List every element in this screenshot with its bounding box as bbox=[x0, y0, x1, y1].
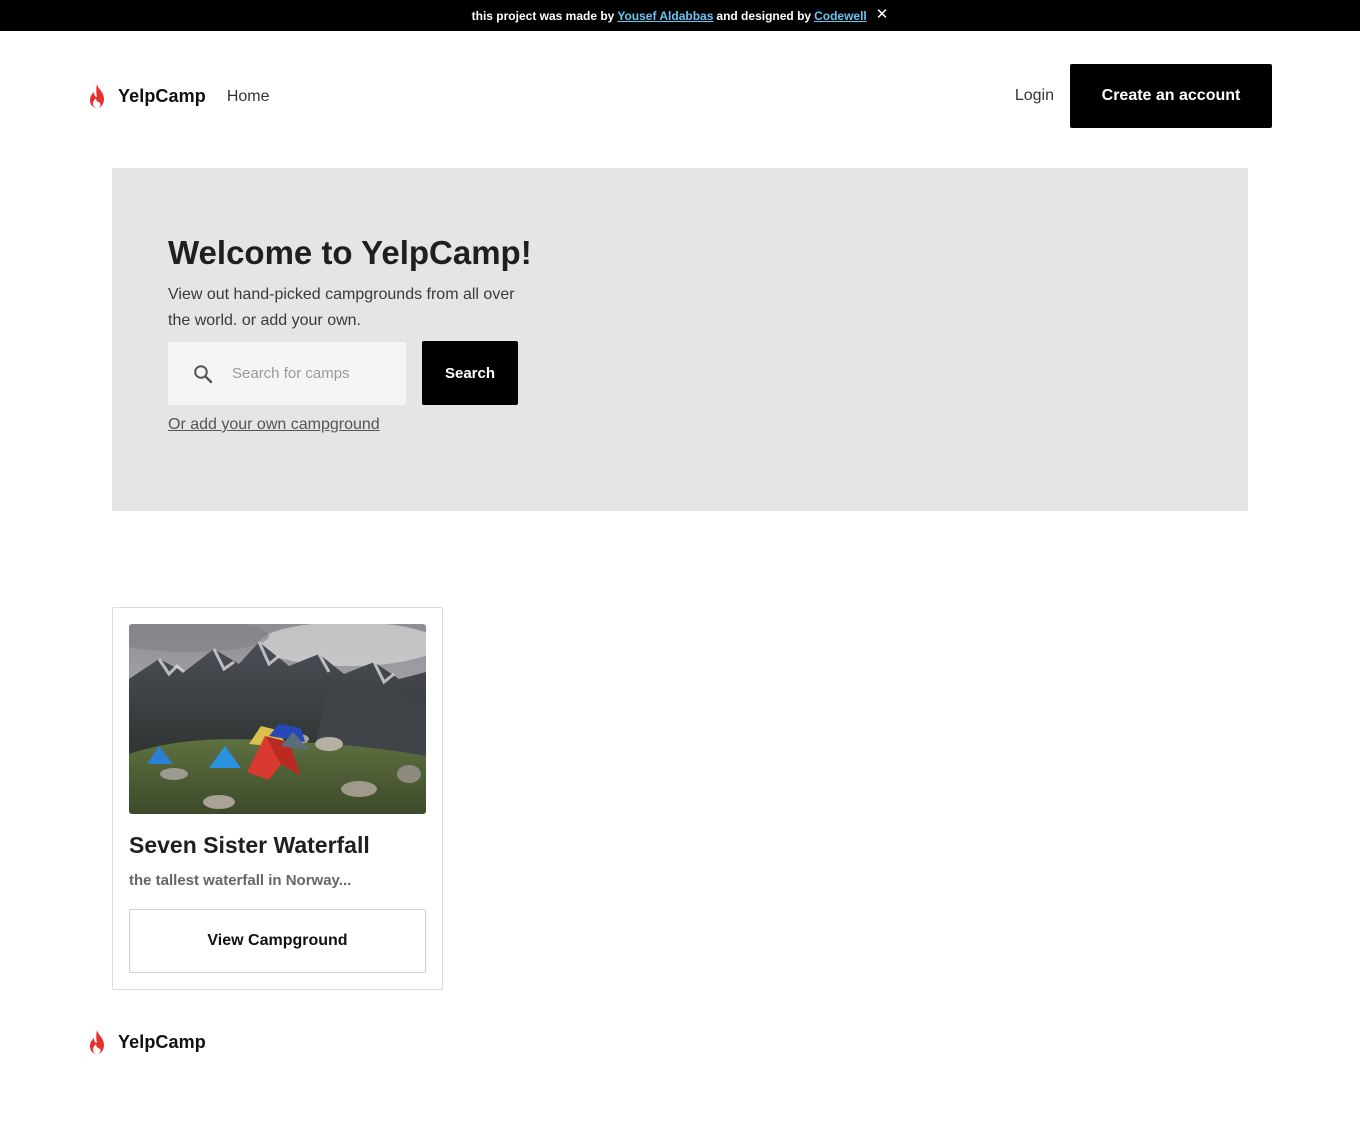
campground-card: Seven Sister Waterfall the tallest water… bbox=[112, 607, 443, 990]
banner-prefix: this project was made by bbox=[471, 8, 615, 23]
search-icon bbox=[192, 363, 214, 385]
author-link[interactable]: Yousef Aldabbas bbox=[617, 9, 713, 23]
search-input[interactable] bbox=[232, 365, 402, 382]
campground-image bbox=[129, 624, 426, 814]
hero-section: Welcome to YelpCamp! View out hand-picke… bbox=[112, 168, 1248, 511]
top-nav: YelpCamp Home Login Create an account bbox=[86, 64, 1272, 128]
view-campground-button[interactable]: View Campground bbox=[129, 909, 426, 973]
footer: YelpCamp bbox=[86, 1029, 206, 1055]
close-icon[interactable]: ✕ bbox=[876, 5, 889, 23]
login-link[interactable]: Login bbox=[1015, 87, 1054, 105]
flame-icon bbox=[90, 84, 104, 108]
footer-brand-name: YelpCamp bbox=[118, 1031, 206, 1052]
designer-link[interactable]: Codewell bbox=[814, 9, 867, 23]
add-campground-link[interactable]: Or add your own campground bbox=[168, 416, 380, 434]
campground-description: the tallest waterfall in Norway... bbox=[129, 872, 352, 889]
create-account-button[interactable]: Create an account bbox=[1070, 64, 1272, 128]
banner-middle: and designed by bbox=[716, 8, 812, 23]
hero-subtitle: View out hand-picked campgrounds from al… bbox=[168, 286, 515, 329]
hero-title: Welcome to YelpCamp! bbox=[168, 234, 532, 271]
attribution-banner: this project was made by Yousef Aldabbas… bbox=[0, 0, 1360, 31]
search-field[interactable] bbox=[168, 342, 406, 405]
nav-home-link[interactable]: Home bbox=[227, 88, 270, 106]
campground-title: Seven Sister Waterfall bbox=[129, 832, 370, 858]
footer-logo[interactable]: YelpCamp bbox=[86, 1029, 206, 1055]
search-button[interactable]: Search bbox=[422, 341, 518, 405]
brand-name: YelpCamp bbox=[118, 85, 206, 106]
logo[interactable]: YelpCamp bbox=[86, 83, 206, 109]
flame-icon bbox=[90, 1030, 104, 1054]
